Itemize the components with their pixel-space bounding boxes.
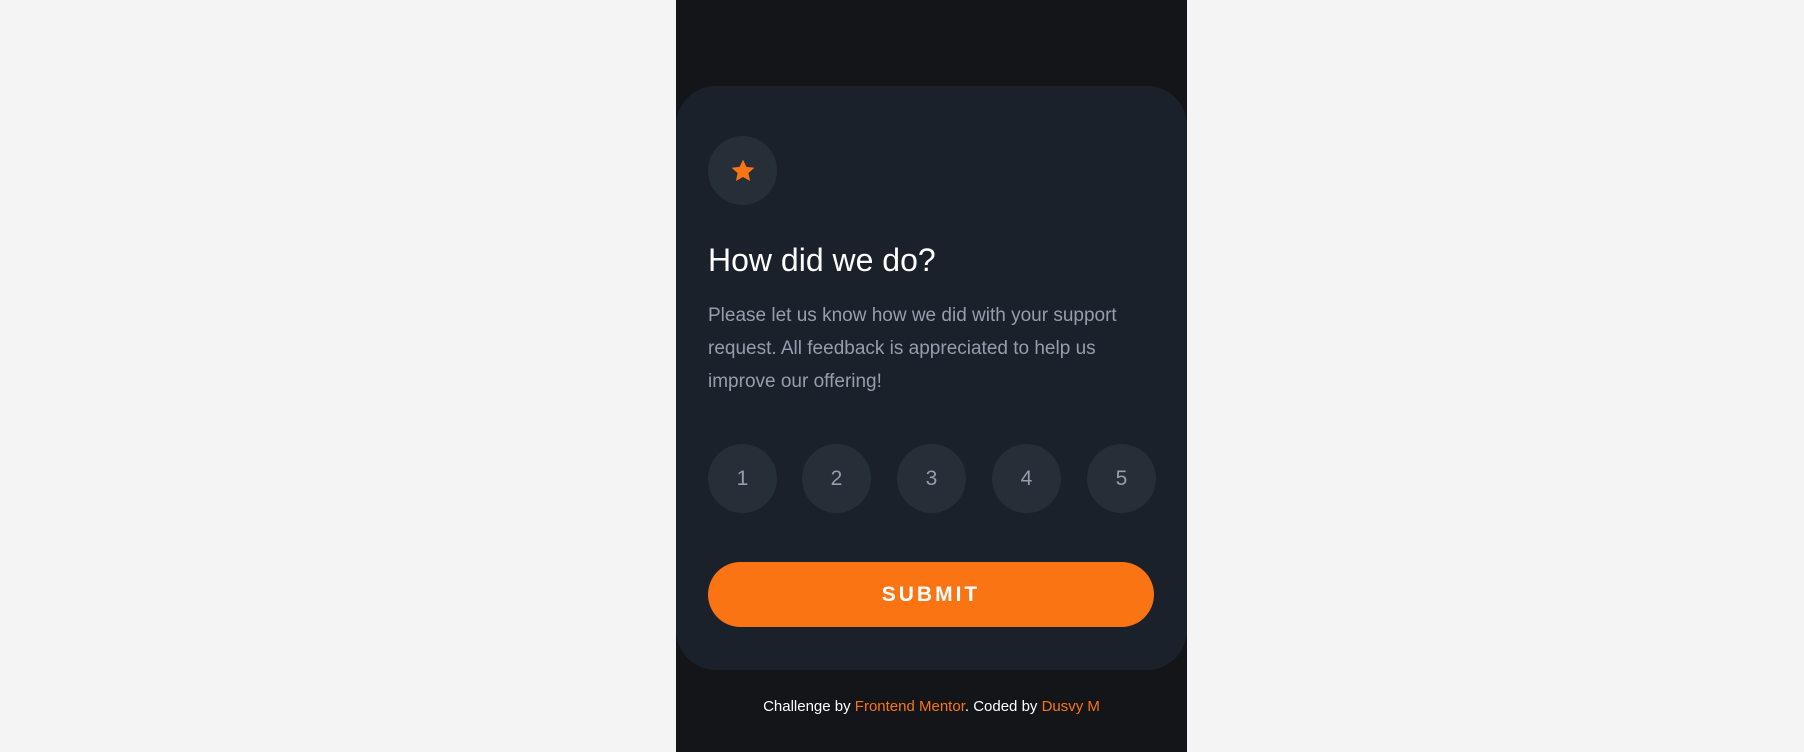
app-frame: How did we do? Please let us know how we… <box>676 0 1187 752</box>
attribution: Challenge by Frontend Mentor. Coded by D… <box>676 697 1187 717</box>
card-description: Please let us know how we did with your … <box>708 305 1117 392</box>
rating-options: 1 2 3 4 5 <box>708 444 1156 513</box>
submit-button[interactable]: SUBMIT <box>708 562 1154 627</box>
attribution-prefix: Challenge by <box>763 698 855 715</box>
rating-button-2[interactable]: 2 <box>802 444 871 513</box>
star-badge <box>708 136 777 205</box>
rating-button-5[interactable]: 5 <box>1087 444 1156 513</box>
star-icon <box>731 159 754 181</box>
rating-button-3[interactable]: 3 <box>897 444 966 513</box>
rating-card: How did we do? Please let us know how we… <box>676 86 1187 670</box>
rating-button-4[interactable]: 4 <box>992 444 1061 513</box>
attribution-middle: . Coded by <box>964 698 1042 715</box>
page: How did we do? Please let us know how we… <box>0 0 1804 752</box>
frontend-mentor-link[interactable]: Frontend Mentor <box>855 698 965 715</box>
card-title: How did we do? <box>708 242 936 278</box>
author-link[interactable]: Dusvy M <box>1042 698 1100 715</box>
rating-button-1[interactable]: 1 <box>708 444 777 513</box>
